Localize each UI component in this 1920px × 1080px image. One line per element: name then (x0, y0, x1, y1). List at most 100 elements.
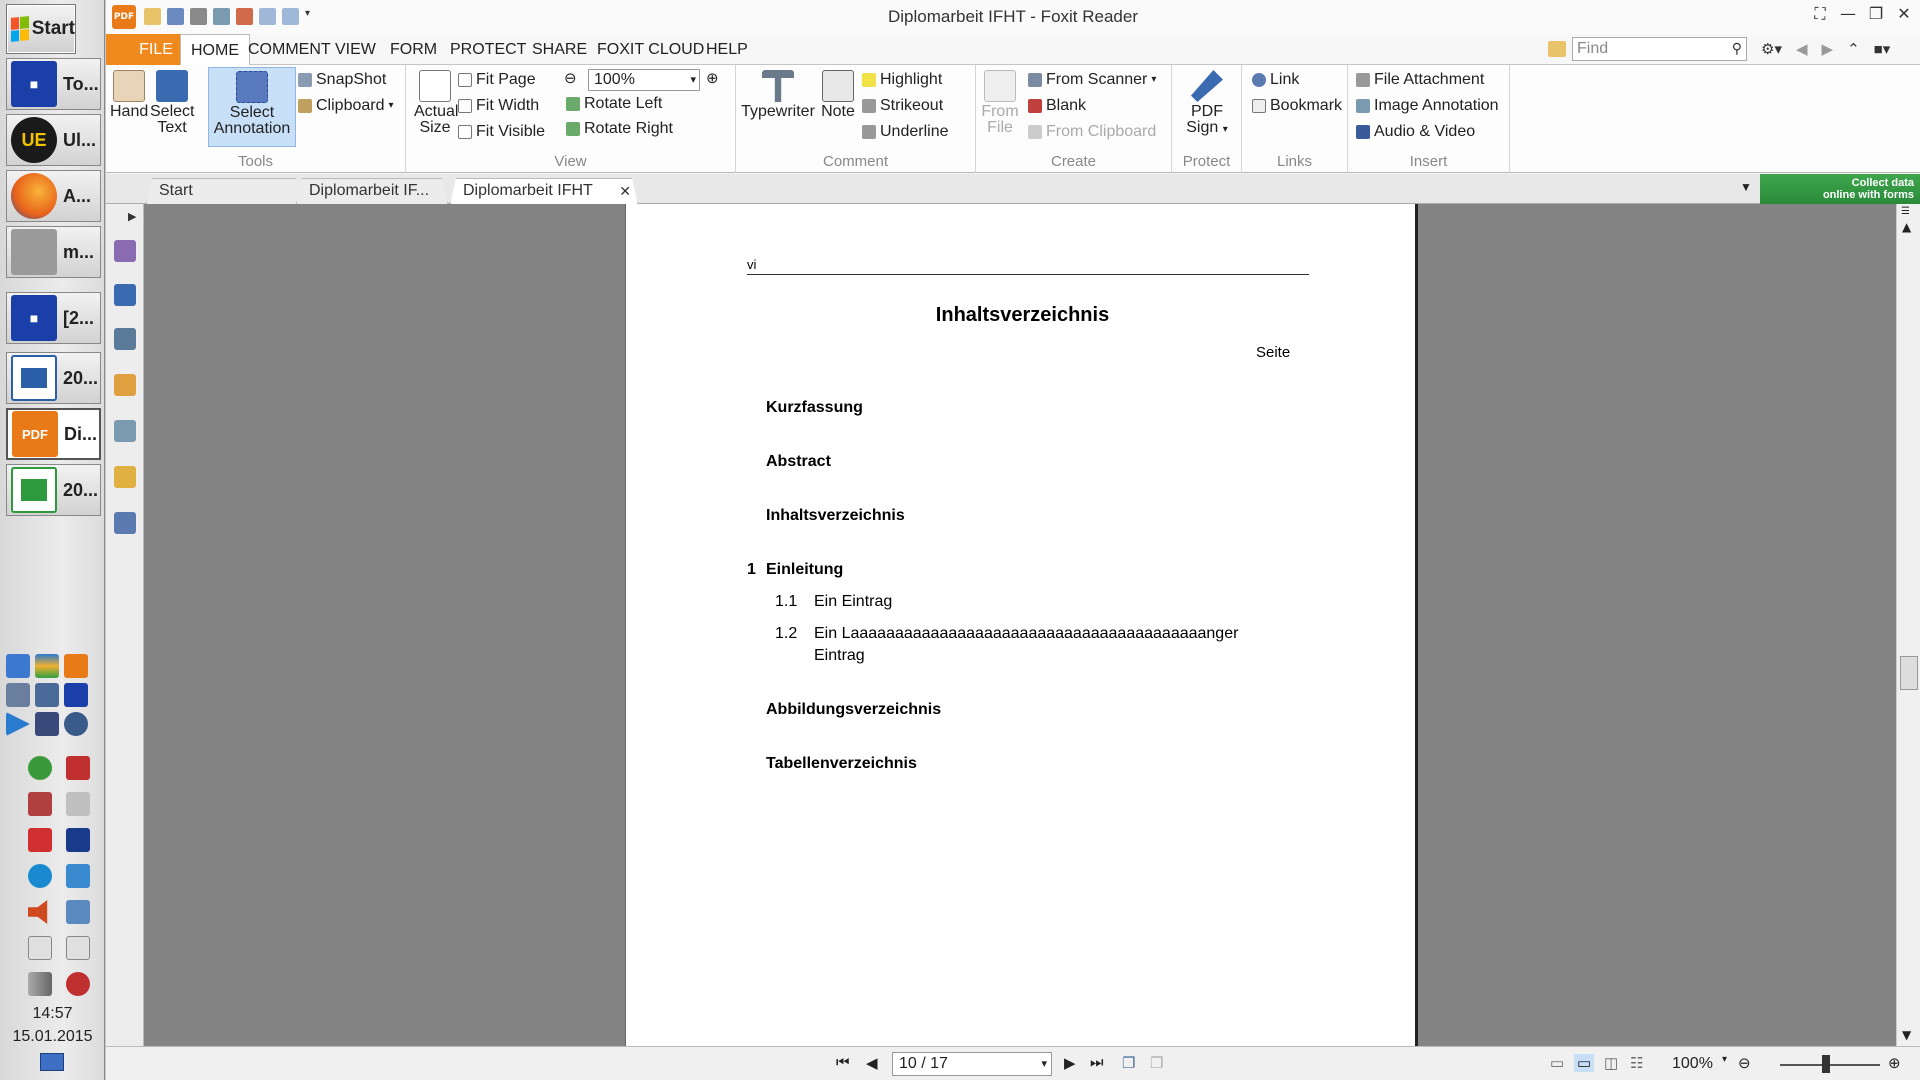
signal-icon[interactable] (28, 972, 52, 996)
cursor-icon[interactable] (66, 792, 90, 816)
last-page-icon[interactable]: ⏭ (1090, 1054, 1104, 1071)
toc-entry[interactable]: Ein Laaaaaaaaaaaaaaaaaaaaaaaaaaaaaaaaaaa… (814, 625, 1238, 643)
fit-width-button[interactable]: Fit Width (458, 95, 539, 117)
taskbar-item-calc[interactable]: 20... (6, 464, 101, 516)
rotate-left-button[interactable]: Rotate Left (566, 93, 662, 115)
select-text-button[interactable]: Select Text (150, 70, 194, 136)
clipboard-icon[interactable] (66, 936, 90, 960)
layers-icon[interactable] (35, 654, 59, 678)
page-number-input[interactable]: 10 / 17 ▾ (892, 1052, 1052, 1076)
clock-time[interactable]: 14:57 (0, 1005, 105, 1023)
teamviewer-icon[interactable] (28, 864, 52, 888)
toc-entry[interactable]: Inhaltsverzeichnis (766, 507, 905, 525)
scroll-thumb[interactable] (1900, 656, 1918, 690)
next-page-icon[interactable]: ▶ (1064, 1054, 1076, 1072)
scroll-up-icon[interactable]: ▲ (1902, 220, 1911, 234)
collect-data-banner[interactable]: Collect data online with forms (1760, 174, 1920, 204)
fit-visible-button[interactable]: Fit Visible (458, 121, 545, 143)
speaker-icon[interactable] (28, 900, 48, 924)
continuous-facing-icon[interactable]: ☷ (1630, 1054, 1643, 1072)
security-icon[interactable] (28, 828, 52, 852)
close-button[interactable]: ✕ (1894, 4, 1914, 24)
forward-icon[interactable]: ▶ (1822, 40, 1834, 58)
fit-page-button[interactable]: Fit Page (458, 69, 536, 91)
layers-panel-icon[interactable] (114, 328, 136, 350)
pages-panel-icon[interactable] (114, 284, 136, 306)
network-error-icon[interactable] (66, 756, 90, 780)
toc-entry[interactable]: Abstract (766, 453, 831, 471)
previous-page-icon[interactable]: ◀ (866, 1054, 878, 1072)
clock-app-icon[interactable] (66, 828, 90, 852)
lock-icon[interactable] (114, 466, 136, 488)
taskbar-item-firefox[interactable]: A... (6, 170, 101, 222)
rotate-right-button[interactable]: Rotate Right (566, 118, 673, 140)
actual-size-button[interactable]: Actual Size (414, 70, 458, 136)
restore-button[interactable]: ❐ (1866, 4, 1886, 24)
toc-entry-continuation[interactable]: Eintrag (814, 647, 865, 665)
bookmarks-panel-icon[interactable] (114, 240, 136, 262)
zoom-slider[interactable] (1780, 1064, 1880, 1066)
clock-date[interactable]: 15.01.2015 (0, 1028, 105, 1046)
toc-entry[interactable]: Einleitung (766, 561, 843, 579)
toc-entry[interactable]: Kurzfassung (766, 399, 863, 417)
tab-view[interactable]: VIEW (325, 34, 386, 65)
split-handle-icon[interactable]: ☰ (1901, 206, 1910, 217)
start-button[interactable]: Start (6, 4, 76, 54)
fullscreen-icon[interactable]: ⛶ (1810, 4, 1830, 24)
close-icon[interactable]: ✕ (619, 179, 631, 203)
gear-icon[interactable]: ⚙▾ (1761, 40, 1782, 58)
signature-panel-icon[interactable] (114, 512, 136, 534)
windows-update-icon[interactable] (66, 900, 90, 924)
file-attachment-button[interactable]: File Attachment (1356, 69, 1484, 91)
zoom-out-icon[interactable]: ⊖ (1738, 1054, 1751, 1072)
collapse-ribbon-icon[interactable]: ⌃ (1847, 40, 1860, 58)
highlight-button[interactable]: Highlight (862, 69, 942, 91)
zoom-out-icon[interactable]: ⊖ (564, 69, 577, 87)
disc-icon[interactable] (64, 712, 88, 736)
toc-entry[interactable]: Tabellenverzeichnis (766, 755, 917, 773)
clipboard-button[interactable]: Clipboard ▾ (298, 95, 394, 117)
hand-button[interactable]: Hand (110, 70, 148, 120)
select-annotation-button[interactable]: Select Annotation (208, 67, 296, 147)
from-clipboard-button[interactable]: From Clipboard (1028, 121, 1156, 143)
underline-button[interactable]: Underline (862, 121, 948, 143)
network-globe-icon[interactable] (28, 756, 52, 780)
first-page-icon[interactable]: ⏮ (836, 1054, 850, 1071)
printer-error-icon[interactable] (28, 792, 52, 816)
taskbar-item-ultraedit[interactable]: UE Ul... (6, 114, 101, 166)
play-icon[interactable] (6, 712, 30, 736)
blank-button[interactable]: Blank (1028, 95, 1086, 117)
search-icon[interactable]: ⚲ (1732, 40, 1742, 57)
user-icon[interactable]: ■▾ (1874, 40, 1891, 58)
expand-panel-icon[interactable]: ▶ (128, 210, 136, 223)
scroll-down-icon[interactable]: ▼ (1902, 1028, 1911, 1042)
show-desktop-icon[interactable] (40, 1053, 64, 1071)
zoom-in-icon[interactable]: ⊕ (1888, 1054, 1901, 1072)
desktop-icon[interactable] (6, 654, 30, 678)
zoom-slider-thumb[interactable] (1822, 1055, 1830, 1073)
find-input[interactable]: Find ⚲ (1572, 37, 1747, 61)
tab-share[interactable]: SHARE (522, 34, 597, 65)
display-icon[interactable] (66, 864, 90, 888)
typewriter-button[interactable]: Typewriter (740, 70, 816, 120)
note-button[interactable]: Note (820, 70, 856, 120)
taskbar-item-floppy-2[interactable]: ■ [2... (6, 292, 101, 344)
zoom-in-icon[interactable]: ⊕ (706, 69, 719, 87)
zoom-combo[interactable]: 100% ▾ (588, 69, 700, 91)
doc-tab-start[interactable]: Start (146, 178, 302, 204)
from-scanner-button[interactable]: From Scanner ▾ (1028, 69, 1156, 91)
comments-panel-icon[interactable] (114, 374, 136, 396)
strikeout-button[interactable]: Strikeout (862, 95, 943, 117)
single-page-icon[interactable]: ▭ (1550, 1054, 1564, 1072)
audio-video-button[interactable]: Audio & Video (1356, 121, 1475, 143)
previous-view-icon[interactable]: ❐ (1122, 1054, 1135, 1072)
doc-tab-diplomarbeit-2[interactable]: Diplomarbeit IFHT ✕ (450, 178, 638, 204)
attachments-panel-icon[interactable] (114, 420, 136, 442)
doc-tab-diplomarbeit-1[interactable]: Diplomarbeit IF... (296, 178, 448, 204)
tab-form[interactable]: FORM (380, 34, 447, 65)
from-file-button[interactable]: From File (980, 70, 1020, 136)
continuous-page-icon[interactable]: ▭ (1574, 1054, 1595, 1072)
next-view-icon[interactable]: ❐ (1150, 1054, 1163, 1072)
find-folder-icon[interactable] (1548, 41, 1566, 57)
cube-icon[interactable] (6, 683, 30, 707)
